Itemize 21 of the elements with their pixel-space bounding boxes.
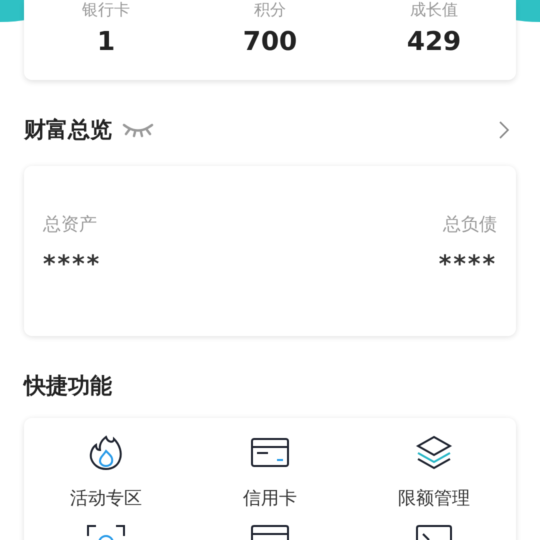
asset-value: **** — [43, 250, 102, 278]
stat-value: 429 — [406, 27, 462, 57]
scan-frame-icon[interactable] — [87, 524, 125, 540]
stat-value: 700 — [242, 27, 298, 57]
asset-label: 总资产 — [43, 213, 98, 236]
flame-icon — [88, 434, 124, 472]
stat-label: 银行卡 — [82, 1, 130, 19]
layers-icon — [416, 434, 452, 472]
liability-label: 总负债 — [443, 213, 497, 236]
stat-value: 1 — [96, 27, 116, 57]
eye-closed-icon[interactable] — [122, 122, 154, 138]
stat-label: 成长值 — [410, 1, 458, 19]
shortcut-button[interactable]: 信用卡 — [188, 418, 352, 510]
card-icon[interactable] — [251, 524, 289, 540]
shortcut-button[interactable]: 活动专区 — [24, 418, 188, 510]
shortcut-button[interactable]: 限额管理 — [352, 418, 516, 510]
section-title: 快捷功能 — [24, 373, 112, 401]
section-title: 财富总览 — [24, 116, 112, 145]
liability-value: **** — [438, 250, 497, 278]
stat-label: 积分 — [254, 1, 286, 19]
chevron-right-icon[interactable] — [498, 120, 510, 140]
